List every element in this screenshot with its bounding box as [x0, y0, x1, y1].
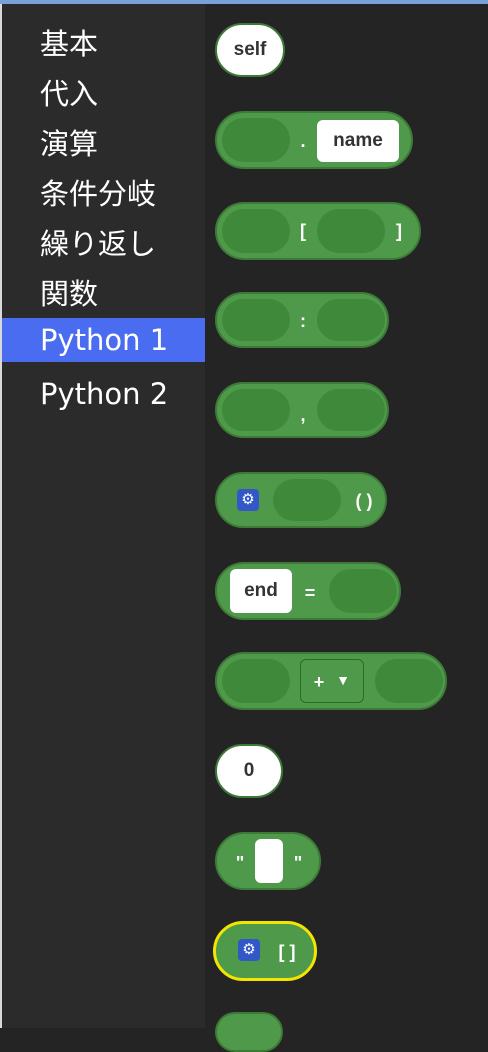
slice-start-slot[interactable]	[222, 299, 290, 341]
category-basic[interactable]: 基本	[2, 22, 205, 66]
dot-label: .	[300, 131, 306, 151]
keyword-name-field[interactable]: end	[230, 569, 292, 613]
slice-end-slot[interactable]	[317, 299, 385, 341]
category-functions[interactable]: 関数	[2, 272, 205, 316]
string-text-field[interactable]	[255, 839, 283, 883]
category-python-2[interactable]: Python 2	[2, 372, 205, 416]
attribute-name-field[interactable]: name	[317, 120, 399, 162]
keyword-value-slot[interactable]	[329, 569, 397, 613]
parens-label: ( )	[355, 491, 373, 511]
close-bracket-label: ]	[396, 221, 402, 241]
gear-icon[interactable]: ⚙	[237, 489, 259, 511]
right-operand-slot[interactable]	[375, 659, 443, 703]
string-block[interactable]: " "	[215, 832, 321, 890]
self-label: self	[233, 39, 267, 60]
list-brackets-label: [ ]	[278, 942, 296, 962]
block-flyout: self . name [ ] : , ⚙ ( ) end = + ▼ 0 " …	[205, 4, 488, 1052]
object-slot[interactable]	[222, 118, 290, 162]
operator-label: +	[313, 672, 325, 692]
gear-icon[interactable]: ⚙	[238, 939, 260, 961]
attribute-name-text: name	[333, 130, 383, 151]
attribute-block[interactable]: . name	[215, 111, 413, 169]
index-block[interactable]: [ ]	[215, 202, 421, 260]
category-loops[interactable]: 繰り返し	[2, 222, 205, 266]
number-value: 0	[243, 760, 255, 781]
category-sidebar: 基本 代入 演算 条件分岐 繰り返し 関数 Python 1 Python 2	[2, 4, 205, 1028]
dropdown-arrow-icon: ▼	[336, 672, 350, 688]
sequence-slot[interactable]	[222, 209, 290, 253]
slice-block[interactable]: :	[215, 292, 389, 348]
open-bracket-label: [	[300, 221, 306, 241]
tuple-second-slot[interactable]	[317, 389, 385, 431]
category-conditionals[interactable]: 条件分岐	[2, 172, 205, 216]
open-quote-label: "	[235, 853, 245, 873]
close-quote-label: "	[293, 853, 303, 873]
tuple-first-slot[interactable]	[222, 389, 290, 431]
list-block[interactable]: ⚙ [ ]	[213, 921, 317, 981]
category-python-1[interactable]: Python 1	[2, 318, 205, 362]
tuple-block[interactable]: ,	[215, 382, 389, 438]
index-slot[interactable]	[317, 209, 385, 253]
comma-label: ,	[300, 405, 306, 425]
category-operators[interactable]: 演算	[2, 122, 205, 166]
binary-op-block[interactable]: + ▼	[215, 652, 447, 710]
self-block[interactable]: self	[215, 23, 285, 77]
colon-label: :	[300, 311, 306, 331]
keyword-name-text: end	[244, 580, 278, 601]
call-block[interactable]: ⚙ ( )	[215, 472, 387, 528]
operator-dropdown[interactable]: + ▼	[300, 659, 364, 703]
equals-label: =	[304, 583, 316, 603]
next-block[interactable]	[215, 1012, 283, 1052]
left-operand-slot[interactable]	[222, 659, 290, 703]
keyword-arg-block[interactable]: end =	[215, 562, 401, 620]
category-assignment[interactable]: 代入	[2, 72, 205, 116]
function-slot[interactable]	[273, 479, 341, 521]
number-block[interactable]: 0	[215, 744, 283, 798]
